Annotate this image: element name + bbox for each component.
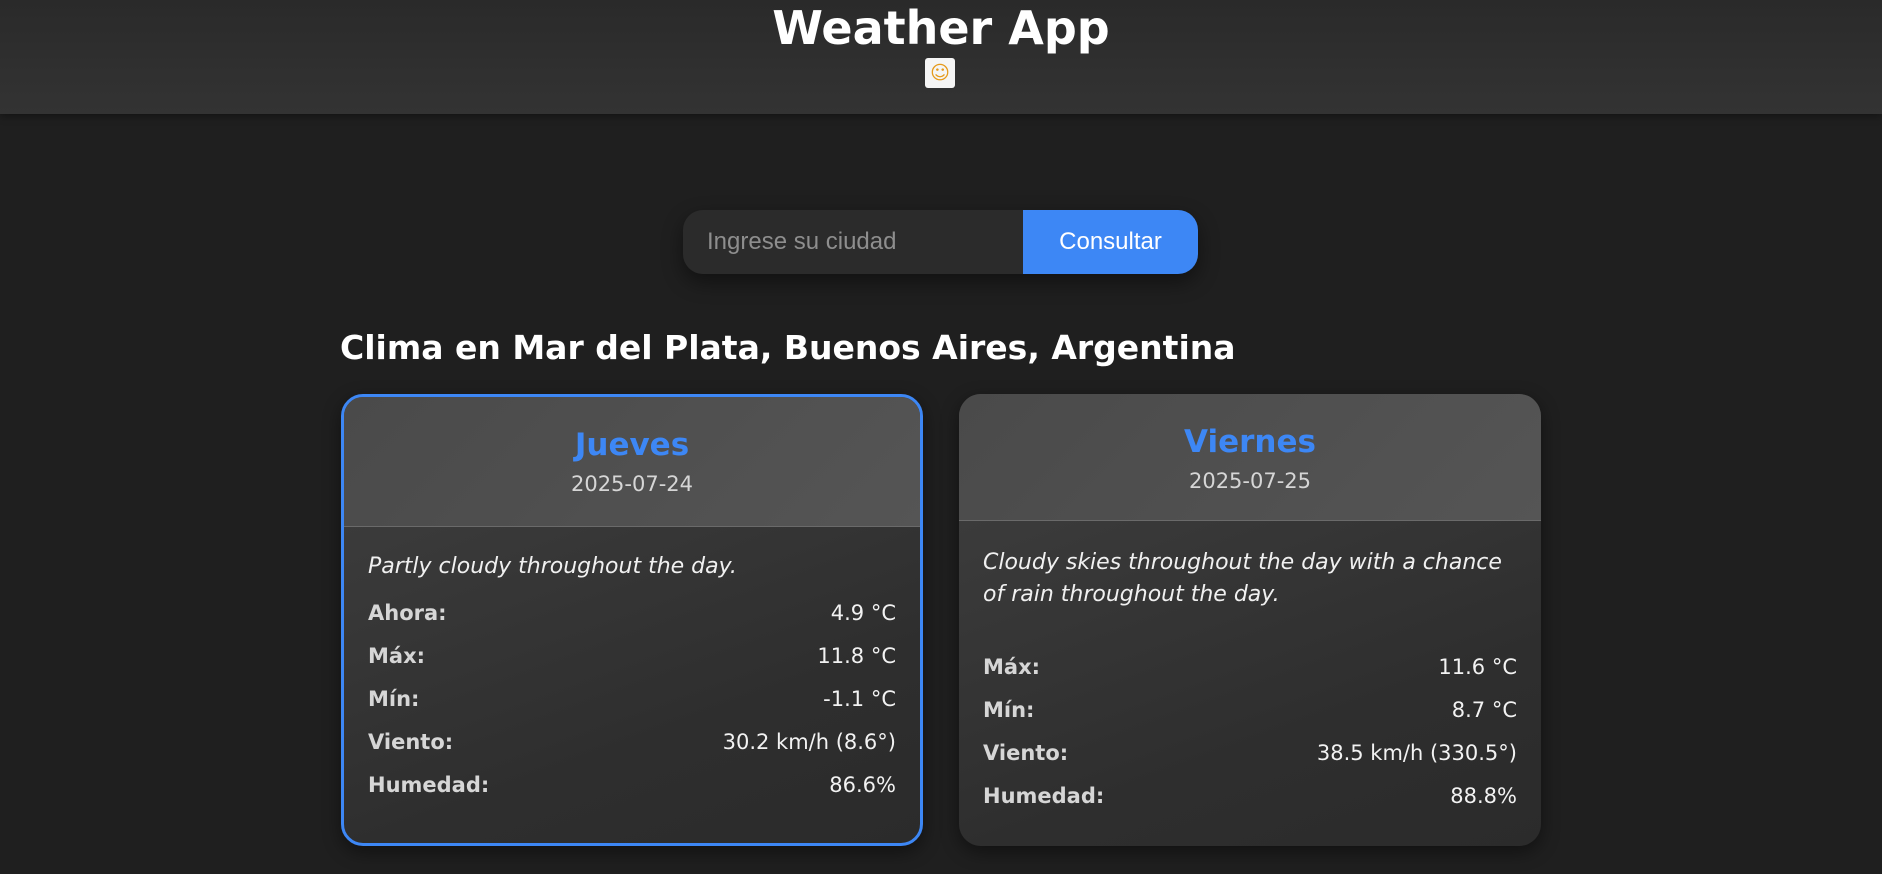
- forecast-card-header: Viernes 2025-07-25: [959, 394, 1541, 521]
- row-value: 88.8%: [1450, 783, 1517, 808]
- consultar-button[interactable]: Consultar: [1023, 210, 1198, 274]
- row-value: 38.5 km/h (330.5°): [1316, 740, 1517, 765]
- forecast-card[interactable]: Viernes 2025-07-25 Cloudy skies througho…: [959, 394, 1541, 846]
- day-name: Jueves: [574, 427, 690, 463]
- row-value: 86.6%: [829, 772, 896, 797]
- weather-row-max: Máx: 11.8 °C: [368, 634, 896, 677]
- location-title: Clima en Mar del Plata, Buenos Aires, Ar…: [340, 328, 1236, 367]
- row-label: Viento:: [983, 740, 1069, 765]
- weather-row-min: Mín: -1.1 °C: [368, 677, 896, 720]
- sun-smiley-icon: ☺: [925, 58, 955, 88]
- row-label: Mín:: [368, 686, 420, 711]
- weather-row-viento: Viento: 30.2 km/h (8.6°): [368, 720, 896, 763]
- weather-description: Partly cloudy throughout the day.: [368, 554, 737, 579]
- forecast-card-body: Cloudy skies throughout the day with a c…: [959, 547, 1541, 817]
- row-value: 11.6 °C: [1438, 654, 1517, 679]
- app-title: Weather App: [772, 1, 1110, 55]
- weather-row-ahora: Ahora: 4.9 °C: [368, 591, 896, 634]
- row-label: Humedad:: [983, 783, 1105, 808]
- weather-row-humedad: Humedad: 86.6%: [368, 763, 896, 806]
- row-value: 4.9 °C: [830, 600, 896, 625]
- row-label: Mín:: [983, 697, 1035, 722]
- search-bar: Consultar: [683, 210, 1198, 274]
- weather-row-viento: Viento: 38.5 km/h (330.5°): [983, 731, 1517, 774]
- row-label: Humedad:: [368, 772, 490, 797]
- forecast-card[interactable]: Jueves 2025-07-24 Partly cloudy througho…: [341, 394, 923, 846]
- row-value: 11.8 °C: [817, 643, 896, 668]
- row-value: 8.7 °C: [1451, 697, 1517, 722]
- row-label: Viento:: [368, 729, 454, 754]
- row-label: Ahora:: [368, 600, 447, 625]
- day-date: 2025-07-25: [1188, 469, 1312, 493]
- day-name: Viernes: [1184, 424, 1316, 460]
- weather-description: Cloudy skies throughout the day with a c…: [983, 550, 1502, 607]
- day-date: 2025-07-24: [570, 472, 694, 496]
- row-value: -1.1 °C: [823, 686, 896, 711]
- city-search-input[interactable]: [683, 210, 1023, 274]
- row-value: 30.2 km/h (8.6°): [722, 729, 896, 754]
- weather-row-max: Máx: 11.6 °C: [983, 645, 1517, 688]
- forecast-card-body: Partly cloudy throughout the day. Ahora:…: [344, 551, 920, 806]
- row-label: Máx:: [983, 654, 1041, 679]
- weather-row-min: Mín: 8.7 °C: [983, 688, 1517, 731]
- row-label: Máx:: [368, 643, 426, 668]
- forecast-card-header: Jueves 2025-07-24: [344, 397, 920, 527]
- app-header: Weather App ☺: [0, 0, 1882, 114]
- weather-row-humedad: Humedad: 88.8%: [983, 774, 1517, 817]
